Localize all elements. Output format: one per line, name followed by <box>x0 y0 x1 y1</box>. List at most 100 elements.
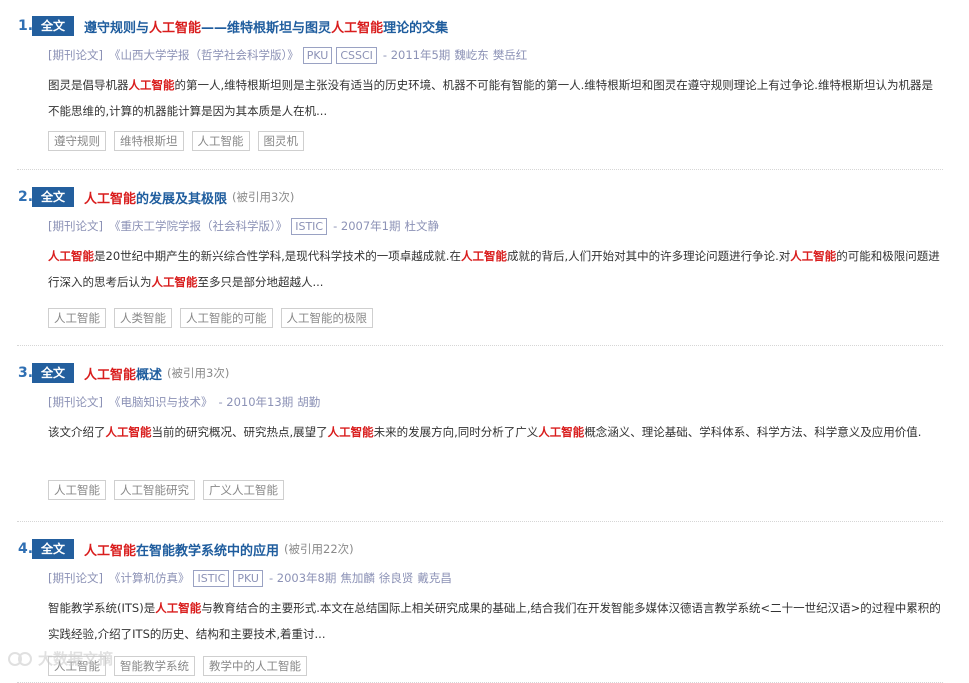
keyword-highlight: 人工智能 <box>538 425 585 439</box>
meta-row: [期刊论文] 《电脑知识与技术》 - 2010年13期 胡勤 <box>48 393 320 411</box>
author-link[interactable]: 杜文静 <box>405 218 440 234</box>
abstract-snippet: 图灵是倡导机器人工智能的第一人,维特根斯坦则是主张没有适当的历史环境、机器不可能… <box>48 72 943 124</box>
meta-row: [期刊论文] 《重庆工学院学报（社会科学版）》 ISTIC - 2007年1期 杜文静 <box>48 217 439 235</box>
keyword-tag[interactable]: 人工智能 <box>191 131 250 151</box>
journal-link[interactable]: 《计算机仿真》 <box>109 570 190 586</box>
title-text: ——维特根斯坦与图灵 <box>201 20 332 36</box>
result-number: 4. <box>18 541 34 557</box>
result-number: 3. <box>18 365 34 381</box>
keyword-tag[interactable]: 图灵机 <box>257 131 304 151</box>
fulltext-button[interactable]: 全文 <box>32 539 75 559</box>
citation-count: (被引用3次) <box>232 190 295 204</box>
search-result-item: 1. 全文 遵守规则与人工智能——维特根斯坦与图灵人工智能理论的交集 [期刊论文] 《山… <box>0 0 945 170</box>
index-badge: PKU <box>233 569 263 587</box>
keyword-highlight: 人工智能 <box>151 275 198 289</box>
keyword-tag[interactable]: 人工智能的极限 <box>280 308 373 328</box>
keyword-highlight: 人工智能 <box>84 191 137 207</box>
document-type-link[interactable]: [期刊论文] <box>48 47 103 63</box>
keyword-tag[interactable]: 人工智能 <box>48 656 106 676</box>
keyword-highlight: 人工智能 <box>331 20 384 36</box>
snippet-text: 成就的背后,人们开始对其中的许多理论问题进行争论.对 <box>506 249 791 263</box>
keyword-highlight: 人工智能 <box>327 425 374 439</box>
search-result-item: 2. 全文 人工智能的发展及其极限 (被引用3次) [期刊论文] 《重庆工学院学报（社会科… <box>0 171 945 346</box>
keyword-tag[interactable]: 维特根斯坦 <box>114 131 184 151</box>
snippet-text: 图灵是倡导机器 <box>48 78 129 92</box>
document-type-link[interactable]: [期刊论文] <box>48 570 103 586</box>
snippet-text: 未来的发展方向,同时分析了广义 <box>373 425 539 439</box>
issue-info: - 2003年8期 <box>268 571 337 585</box>
author-link[interactable]: 魏屹东 <box>454 47 489 63</box>
fulltext-button[interactable]: 全文 <box>32 16 75 36</box>
result-title-link[interactable]: 人工智能的发展及其极限 <box>84 188 227 207</box>
document-type-link[interactable]: [期刊论文] <box>48 394 103 410</box>
snippet-text: 至多只是部分地超越人... <box>197 275 324 289</box>
title-row: 2. 全文 人工智能的发展及其极限 (被引用3次) <box>18 187 294 207</box>
result-title-link[interactable]: 人工智能在智能教学系统中的应用 <box>84 540 279 559</box>
keyword-highlight: 人工智能 <box>149 20 202 36</box>
journal-link[interactable]: 《重庆工学院学报（社会科学版）》 <box>109 218 287 234</box>
journal-link[interactable]: 《山西大学学报（哲学社会科学版）》 <box>109 47 299 63</box>
issue-info: - 2007年1期 <box>333 219 401 233</box>
meta-row: [期刊论文] 《山西大学学报（哲学社会科学版）》 PKU CSSCI - 2011年5期… <box>48 46 527 64</box>
title-row: 1. 全文 遵守规则与人工智能——维特根斯坦与图灵人工智能理论的交集 <box>18 16 448 36</box>
keyword-highlight: 人工智能 <box>128 78 175 92</box>
keyword-tag[interactable]: 人工智能的可能 <box>180 308 273 328</box>
author-link[interactable]: 徐良贤 <box>379 570 414 586</box>
author-link[interactable]: 焦加麟 <box>340 570 375 586</box>
keyword-tag[interactable]: 人工智能 <box>48 480 106 500</box>
index-badge: ISTIC <box>291 217 328 235</box>
result-number: 1. <box>18 18 34 34</box>
title-text: 遵守规则与 <box>84 20 150 36</box>
citation-count: (被引用22次) <box>284 542 354 556</box>
search-result-item: 3. 全文 人工智能概述 (被引用3次) [期刊论文] 《电脑知识与技术》 - 2010年1… <box>0 347 945 522</box>
keyword-tag[interactable]: 广义人工智能 <box>203 480 284 500</box>
abstract-snippet: 该文介绍了人工智能当前的研究概况、研究热点,展望了人工智能未来的发展方向,同时分… <box>48 419 943 445</box>
keyword-highlight: 人工智能 <box>48 249 94 263</box>
result-title-link[interactable]: 人工智能概述 <box>84 364 162 383</box>
keyword-tag[interactable]: 人工智能研究 <box>114 480 195 500</box>
title-text: 概述 <box>136 367 163 383</box>
keyword-tag[interactable]: 遵守规则 <box>48 131 106 151</box>
snippet-text: 是20世纪中期产生的新兴综合性学科,是现代科学技术的一项卓越成就.在 <box>94 249 461 263</box>
issue-info: - 2011年5期 <box>382 48 451 62</box>
fulltext-button[interactable]: 全文 <box>32 363 75 383</box>
snippet-text: 概念涵义、理论基础、学科体系、科学方法、科学意义及应用价值. <box>584 425 922 439</box>
snippet-text: 该文介绍了 <box>48 425 106 439</box>
meta-row: [期刊论文] 《计算机仿真》 ISTIC PKU - 2003年8期 焦加麟 徐良贤 戴克昌 <box>48 569 452 587</box>
title-text: 的发展及其极限 <box>136 191 228 207</box>
keyword-tag[interactable]: 人工智能 <box>48 308 106 328</box>
keyword-tags: 人工智能 人工智能研究 广义人工智能 <box>48 480 284 500</box>
keyword-highlight: 人工智能 <box>790 249 837 263</box>
fulltext-button[interactable]: 全文 <box>32 187 75 207</box>
keyword-highlight: 人工智能 <box>84 543 137 559</box>
title-text: 理论的交集 <box>383 20 449 36</box>
abstract-snippet: 人工智能是20世纪中期产生的新兴综合性学科,是现代科学技术的一项卓越成就.在人工… <box>48 243 943 295</box>
result-title-link[interactable]: 遵守规则与人工智能——维特根斯坦与图灵人工智能理论的交集 <box>84 17 448 36</box>
title-row: 4. 全文 人工智能在智能教学系统中的应用 (被引用22次) <box>18 539 354 559</box>
abstract-snippet: 智能教学系统(ITS)是人工智能与教育结合的主要形式.本文在总结国际上相关研究成… <box>48 595 943 647</box>
title-text: 在智能教学系统中的应用 <box>136 543 280 559</box>
result-number: 2. <box>18 189 34 205</box>
keyword-highlight: 人工智能 <box>460 249 507 263</box>
keyword-tag[interactable]: 教学中的人工智能 <box>203 656 307 676</box>
title-row: 3. 全文 人工智能概述 (被引用3次) <box>18 363 229 383</box>
keyword-tags: 人工智能 人类智能 人工智能的可能 人工智能的极限 <box>48 308 373 328</box>
author-link[interactable]: 樊岳红 <box>493 47 528 63</box>
keyword-tag[interactable]: 智能教学系统 <box>114 656 195 676</box>
document-type-link[interactable]: [期刊论文] <box>48 218 103 234</box>
author-link[interactable]: 胡勤 <box>297 394 320 410</box>
search-result-item: 4. 全文 人工智能在智能教学系统中的应用 (被引用22次) [期刊论文] 《计算机仿真》… <box>0 523 945 683</box>
index-badge: ISTIC <box>193 569 230 587</box>
keyword-tag[interactable]: 人类智能 <box>114 308 172 328</box>
snippet-text: 当前的研究概况、研究热点,展望了 <box>151 425 328 439</box>
author-link[interactable]: 戴克昌 <box>417 570 452 586</box>
keyword-tags: 人工智能 智能教学系统 教学中的人工智能 <box>48 656 307 676</box>
snippet-text: 智能教学系统(ITS)是 <box>48 601 156 615</box>
snippet-text: 的第一人,维特根斯坦则是主张没有适当的历史环境、机器不可能有智能的第一人.维特根… <box>48 78 933 118</box>
index-badge: CSSCI <box>336 46 377 64</box>
keyword-tags: 遵守规则 维特根斯坦 人工智能 图灵机 <box>48 131 304 151</box>
journal-link[interactable]: 《电脑知识与技术》 <box>109 394 213 410</box>
index-badge: PKU <box>302 46 333 64</box>
keyword-highlight: 人工智能 <box>105 425 152 439</box>
keyword-highlight: 人工智能 <box>84 367 137 383</box>
